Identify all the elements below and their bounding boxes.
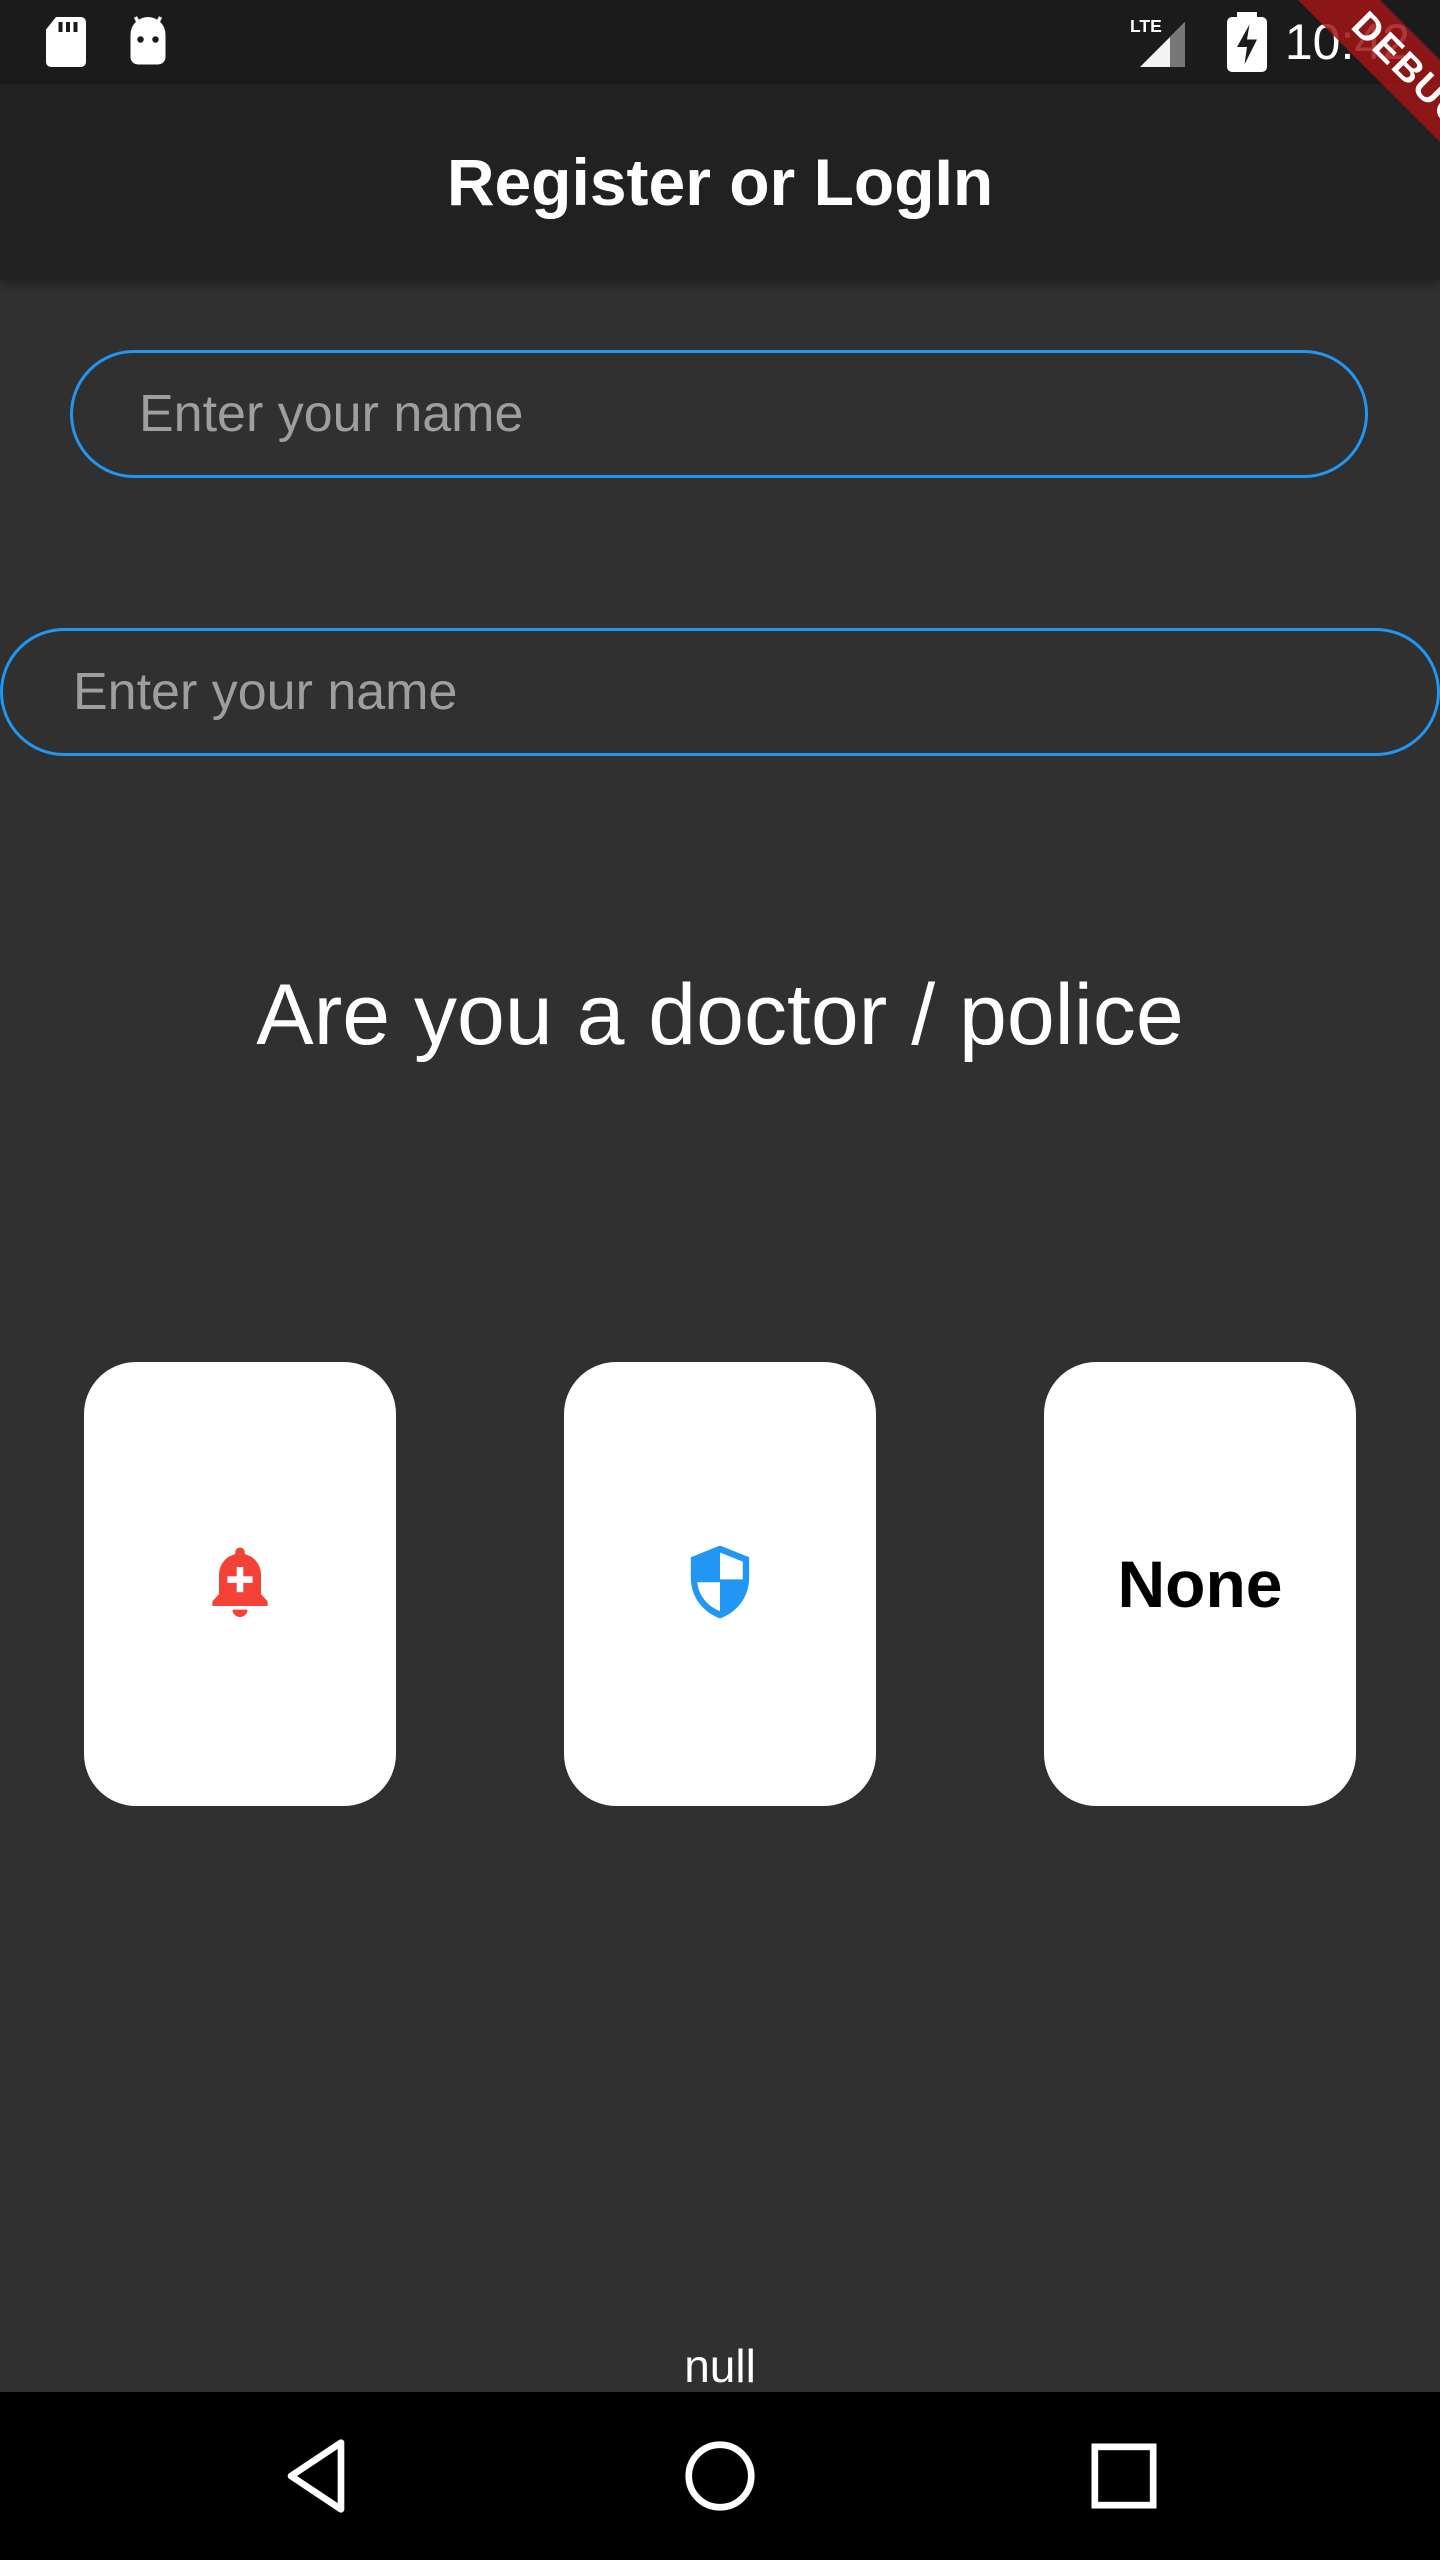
status-clock: 10:42 <box>1284 14 1410 70</box>
name-field-1[interactable] <box>70 350 1368 478</box>
name-field-2[interactable] <box>0 628 1440 756</box>
name-input-1[interactable] <box>73 353 1365 475</box>
police-option-card[interactable] <box>564 1362 876 1806</box>
network-label: LTE <box>1130 16 1162 36</box>
home-icon[interactable] <box>670 2426 770 2526</box>
doctor-option-card[interactable] <box>84 1362 396 1806</box>
shield-icon <box>685 1542 755 1627</box>
role-question: Are you a doctor / police <box>256 967 1184 1063</box>
page-title: Register or LogIn <box>446 145 994 219</box>
none-option-label: None <box>1117 1547 1283 1621</box>
battery-charging-icon <box>1222 12 1282 72</box>
none-option-card[interactable]: None <box>1044 1362 1356 1806</box>
android-icon <box>118 12 178 72</box>
app-bar: Register or LogIn <box>0 84 1440 280</box>
lte-signal-icon: LTE <box>1130 12 1190 72</box>
selection-value-text: null <box>684 2340 756 2392</box>
recents-icon[interactable] <box>1074 2426 1174 2526</box>
medical-bell-icon <box>204 1542 276 1627</box>
back-icon[interactable] <box>266 2426 366 2526</box>
status-bar: LTE 10:42 <box>0 0 1440 84</box>
sd-card-icon <box>36 12 96 72</box>
name-input-2[interactable] <box>3 631 1437 753</box>
system-nav-bar <box>0 2392 1440 2560</box>
